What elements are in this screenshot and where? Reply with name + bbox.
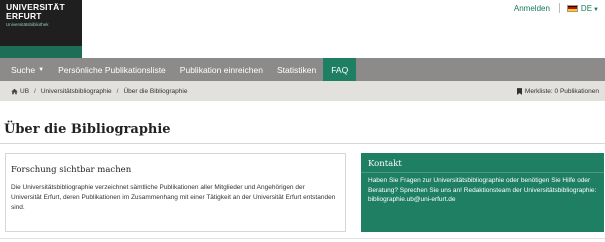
nav-item-einreichen[interactable]: Publikation einreichen bbox=[173, 58, 270, 81]
home-icon bbox=[11, 88, 18, 94]
contact-card-text: Haben Sie Fragen zur Universitätsbibliog… bbox=[368, 177, 597, 194]
contact-card: Kontakt Haben Sie Fragen zur Universität… bbox=[361, 153, 604, 232]
link-divider bbox=[558, 3, 560, 13]
logo-line-2: ERFURT bbox=[6, 11, 42, 21]
nav-item-label: Publikation einreichen bbox=[179, 64, 263, 75]
bottom-divider bbox=[0, 238, 605, 239]
logo-accent-bar bbox=[0, 46, 82, 58]
merkliste-link[interactable]: Merkliste: 0 Publikationen bbox=[516, 81, 599, 101]
nav-item-publikationsliste[interactable]: Persönliche Publikationsliste bbox=[51, 58, 173, 81]
caret-down-icon: ▼ bbox=[38, 66, 45, 73]
nav-item-label: FAQ bbox=[331, 64, 349, 75]
title-divider bbox=[0, 143, 605, 144]
research-card-text: Die Universitätsbibliographie verzeichne… bbox=[11, 184, 336, 211]
breadcrumb-item-ub[interactable]: UB bbox=[20, 88, 29, 95]
language-selector[interactable]: DE▼ bbox=[581, 4, 599, 13]
breadcrumb: UB / Universitätsbibliographie / Über di… bbox=[0, 81, 605, 101]
main-nav: Suche ▼ Persönliche Publikationsliste Pu… bbox=[0, 58, 605, 81]
nav-item-label: Suche bbox=[11, 64, 36, 75]
nav-item-faq[interactable]: FAQ bbox=[323, 58, 357, 81]
bookmark-icon bbox=[516, 87, 522, 95]
contact-email-link[interactable]: bibliographie.ub@uni-erfurt.de bbox=[361, 195, 604, 205]
page-title: Über die Bibliographie bbox=[4, 122, 171, 137]
research-card: Forschung sichtbar machen Die Universitä… bbox=[5, 153, 346, 232]
university-logo[interactable]: UNIVERSITÄT ERFURT Universitätsbibliothe… bbox=[0, 0, 82, 46]
nav-item-label: Persönliche Publikationsliste bbox=[58, 64, 166, 75]
nav-item-suche[interactable]: Suche ▼ bbox=[4, 58, 51, 81]
research-card-title: Forschung sichtbar machen bbox=[11, 165, 132, 175]
nav-item-label: Statistiken bbox=[276, 64, 317, 75]
merkliste-count: 0 Publikationen bbox=[554, 87, 599, 95]
breadcrumb-item-current: Über die Bibliographie bbox=[123, 87, 188, 95]
nav-item-statistiken[interactable]: Statistiken bbox=[270, 58, 323, 81]
merkliste-label: Merkliste: bbox=[524, 87, 553, 95]
breadcrumb-item-bibliographie[interactable]: Universitätsbibliographie bbox=[41, 88, 112, 95]
user-links: Anmelden DE▼ bbox=[514, 3, 599, 13]
logo-line-3: Universitätsbibliothek bbox=[6, 22, 49, 27]
breadcrumb-separator: / bbox=[116, 87, 119, 95]
login-link[interactable]: Anmelden bbox=[514, 4, 550, 13]
contact-card-title: Kontakt bbox=[361, 153, 604, 173]
top-header: UNIVERSITÄT ERFURT Universitätsbibliothe… bbox=[0, 0, 605, 58]
caret-down-icon: ▼ bbox=[593, 6, 599, 13]
flag-de-icon bbox=[566, 4, 578, 12]
breadcrumb-separator: / bbox=[34, 87, 36, 95]
language-label: DE bbox=[580, 3, 593, 13]
